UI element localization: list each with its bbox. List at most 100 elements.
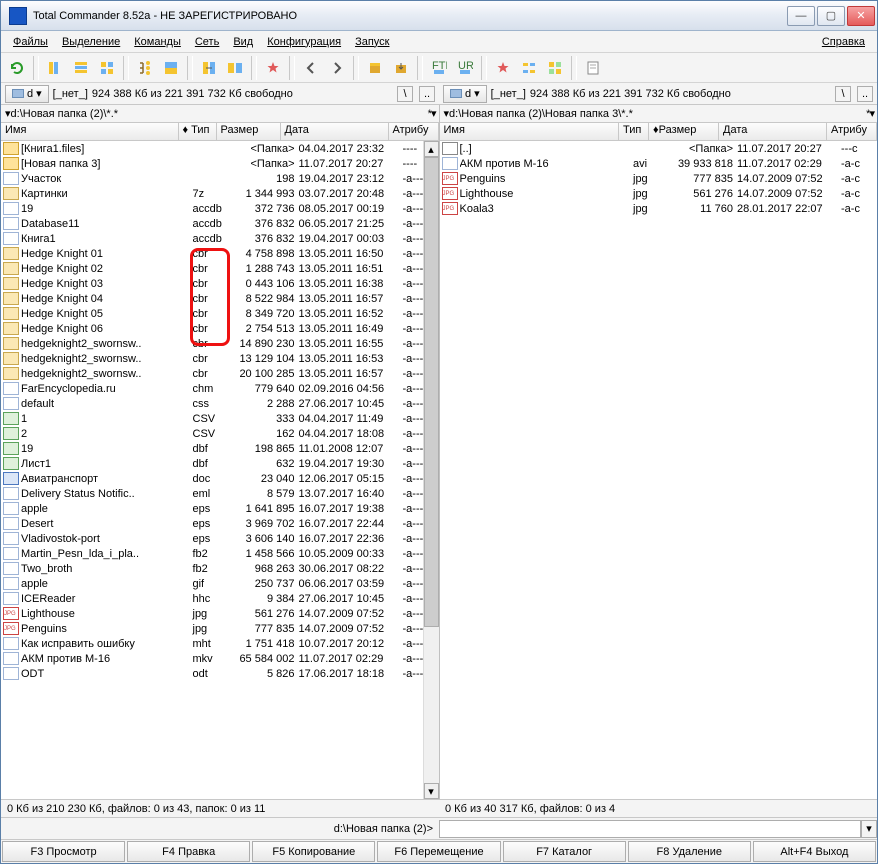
hdr-size[interactable]: Размер (217, 123, 281, 140)
url-icon[interactable]: URL (453, 56, 477, 80)
titlebar[interactable]: Total Commander 8.52a - НЕ ЗАРЕГИСТРИРОВ… (1, 1, 877, 31)
maximize-button[interactable]: ▢ (817, 6, 845, 26)
file-row[interactable]: Hedge Knight 05cbr8 349 72013.05.2011 16… (1, 306, 439, 321)
file-row[interactable]: Как исправить ошибкуmht1 751 41810.07.20… (1, 636, 439, 651)
file-row[interactable]: [Новая папка 3]<Папка>11.07.2017 20:27--… (1, 156, 439, 171)
file-row[interactable]: Участок19819.04.2017 23:12-a--- (1, 171, 439, 186)
file-row[interactable]: appleeps1 641 89516.07.2017 19:38-a--- (1, 501, 439, 516)
file-row[interactable]: Koala3jpg11 76028.01.2017 22:07-a-c (440, 201, 878, 216)
scroll-up-icon[interactable]: ▴ (424, 141, 439, 157)
file-row[interactable]: Delivery Status Notific..eml8 57913.07.2… (1, 486, 439, 501)
invert-icon[interactable] (159, 56, 183, 80)
left-filelist[interactable]: [Книга1.files]<Папка>04.04.2017 23:32---… (1, 141, 439, 799)
hdr-attr[interactable]: Атрибу (389, 123, 439, 140)
altf4-exit-button[interactable]: Alt+F4 Выход (753, 841, 876, 862)
file-row[interactable]: Книга1accdb376 83219.04.2017 00:03-a--- (1, 231, 439, 246)
file-row[interactable]: ICEReaderhhc9 38427.06.2017 10:45-a--- (1, 591, 439, 606)
file-row[interactable]: 19dbf198 86511.01.2008 12:07-a--- (1, 441, 439, 456)
file-row[interactable]: Hedge Knight 03cbr0 443 10613.05.2011 16… (1, 276, 439, 291)
file-row[interactable]: Лист1dbf63219.04.2017 19:30-a--- (1, 456, 439, 471)
tree-icon[interactable] (133, 56, 157, 80)
menu-config[interactable]: Конфигурация (261, 34, 347, 50)
file-row[interactable]: applegif250 73706.06.2017 03:59-a--- (1, 576, 439, 591)
file-row[interactable]: Deserteps3 969 70216.07.2017 22:44-a--- (1, 516, 439, 531)
left-scrollbar[interactable]: ▴ ▾ (423, 141, 439, 799)
right-filelist[interactable]: [..]<Папка>11.07.2017 20:27---cАКМ проти… (440, 141, 878, 799)
hdr-name[interactable]: Имя (440, 123, 620, 140)
notepad-icon[interactable] (581, 56, 605, 80)
hdr-type[interactable]: ♦ Тип (179, 123, 217, 140)
file-row[interactable]: hedgeknight2_swornsw..cbr13 129 10413.05… (1, 351, 439, 366)
hdr-type[interactable]: Тип (619, 123, 649, 140)
menu-run[interactable]: Запуск (349, 34, 395, 50)
f5-copy-button[interactable]: F5 Копирование (252, 841, 375, 862)
menu-selection[interactable]: Выделение (56, 34, 126, 50)
cmd-input[interactable] (439, 820, 861, 838)
hdr-size[interactable]: ♦Размер (649, 123, 719, 140)
file-row[interactable]: Lighthousejpg561 27614.07.2009 07:52-a-c (440, 186, 878, 201)
left-path[interactable]: ▾d:\Новая папка (2)\*.** ▾ (1, 105, 439, 123)
refresh-icon[interactable] (5, 56, 29, 80)
file-row[interactable]: 2CSV16204.04.2017 18:08-a--- (1, 426, 439, 441)
file-row[interactable]: ODTodt5 82617.06.2017 18:18-a--- (1, 666, 439, 681)
scroll-down-icon[interactable]: ▾ (424, 783, 439, 799)
file-row[interactable]: Hedge Knight 04cbr8 522 98413.05.2011 16… (1, 291, 439, 306)
left-drive-button[interactable]: d▾ (5, 85, 49, 103)
file-row[interactable]: defaultcss2 28827.06.2017 10:45-a--- (1, 396, 439, 411)
f3-view-button[interactable]: F3 Просмотр (2, 841, 125, 862)
cmd-history-dropdown[interactable]: ▾ (861, 820, 877, 838)
f7-mkdir-button[interactable]: F7 Каталог (503, 841, 626, 862)
file-row[interactable]: АКМ против М-16avi39 933 81811.07.2017 0… (440, 156, 878, 171)
view-brief-icon[interactable] (43, 56, 67, 80)
star2-icon[interactable] (491, 56, 515, 80)
file-row[interactable]: Картинки7z1 344 99303.07.2017 20:48-a--- (1, 186, 439, 201)
unpack-icon[interactable] (389, 56, 413, 80)
menu-view[interactable]: Вид (227, 34, 259, 50)
file-row[interactable]: АКМ против М-16mkv65 584 00211.07.2017 0… (1, 651, 439, 666)
file-row[interactable]: [..]<Папка>11.07.2017 20:27---c (440, 141, 878, 156)
right-up-button[interactable]: .. (857, 86, 873, 102)
left-up-button[interactable]: .. (419, 86, 435, 102)
back-icon[interactable] (299, 56, 323, 80)
right-path[interactable]: ▾d:\Новая папка (2)\Новая папка 3\*.** ▾ (440, 105, 878, 123)
file-row[interactable]: Hedge Knight 02cbr1 288 74313.05.2011 16… (1, 261, 439, 276)
file-row[interactable]: Penguinsjpg777 83514.07.2009 07:52-a--- (1, 621, 439, 636)
minimize-button[interactable]: — (787, 6, 815, 26)
close-button[interactable]: ✕ (847, 6, 875, 26)
file-row[interactable]: hedgeknight2_swornsw..cbr14 890 23013.05… (1, 336, 439, 351)
multi-rename-icon[interactable] (517, 56, 541, 80)
file-row[interactable]: Hedge Knight 01cbr4 758 89813.05.2011 16… (1, 246, 439, 261)
f8-delete-button[interactable]: F8 Удаление (628, 841, 751, 862)
star-icon[interactable] (261, 56, 285, 80)
compare-icon[interactable] (223, 56, 247, 80)
file-row[interactable]: [Книга1.files]<Папка>04.04.2017 23:32---… (1, 141, 439, 156)
menu-net[interactable]: Сеть (189, 34, 225, 50)
file-row[interactable]: Авиатранспортdoc23 04012.06.2017 05:15-a… (1, 471, 439, 486)
hdr-name[interactable]: Имя (1, 123, 179, 140)
f6-move-button[interactable]: F6 Перемещение (377, 841, 500, 862)
file-row[interactable]: Hedge Knight 06cbr2 754 51313.05.2011 16… (1, 321, 439, 336)
menu-help[interactable]: Справка (816, 34, 871, 50)
view-thumbs-icon[interactable] (95, 56, 119, 80)
file-row[interactable]: hedgeknight2_swornsw..cbr20 100 28513.05… (1, 366, 439, 381)
file-row[interactable]: Vladivostok-porteps3 606 14016.07.2017 2… (1, 531, 439, 546)
file-row[interactable]: Penguinsjpg777 83514.07.2009 07:52-a-c (440, 171, 878, 186)
f4-edit-button[interactable]: F4 Правка (127, 841, 250, 862)
forward-icon[interactable] (325, 56, 349, 80)
right-drive-button[interactable]: d▾ (443, 85, 487, 103)
ftp-icon[interactable]: FTP (427, 56, 451, 80)
file-row[interactable]: Lighthousejpg561 27614.07.2009 07:52-a--… (1, 606, 439, 621)
pack-icon[interactable] (363, 56, 387, 80)
sync-icon[interactable] (197, 56, 221, 80)
hdr-date[interactable]: Дата (281, 123, 389, 140)
file-row[interactable]: 1CSV33304.04.2017 11:49-a--- (1, 411, 439, 426)
hdr-attr[interactable]: Атрибу (827, 123, 877, 140)
left-root-button[interactable]: \ (397, 86, 413, 102)
file-row[interactable]: Database11accdb376 83206.05.2017 21:25-a… (1, 216, 439, 231)
file-row[interactable]: FarEncyclopedia.ruchm779 64002.09.2016 0… (1, 381, 439, 396)
file-row[interactable]: Martin_Pesn_lda_i_pla..fb21 458 56610.05… (1, 546, 439, 561)
menu-files[interactable]: Файлы (7, 34, 54, 50)
hdr-date[interactable]: Дата (719, 123, 827, 140)
file-row[interactable]: Two_brothfb2968 26330.06.2017 08:22-a--- (1, 561, 439, 576)
menu-commands[interactable]: Команды (128, 34, 187, 50)
